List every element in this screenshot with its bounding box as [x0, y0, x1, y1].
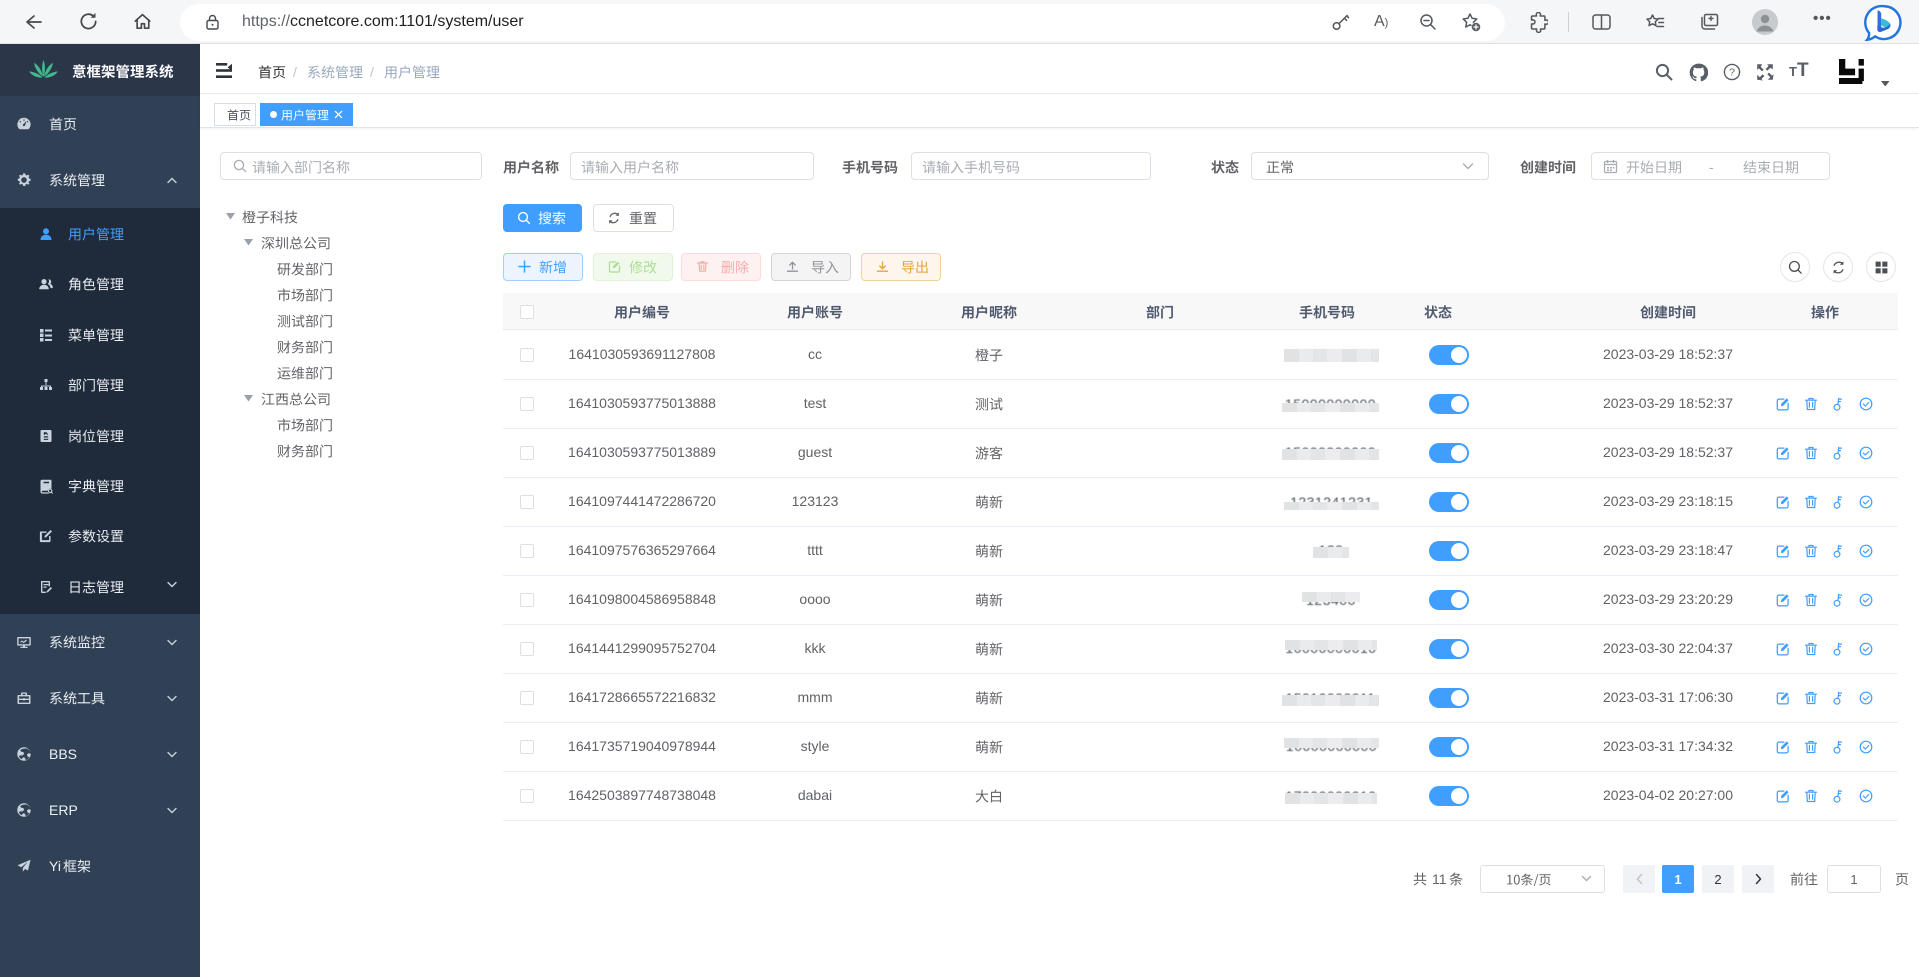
svg-text:?: ?: [1729, 67, 1735, 79]
